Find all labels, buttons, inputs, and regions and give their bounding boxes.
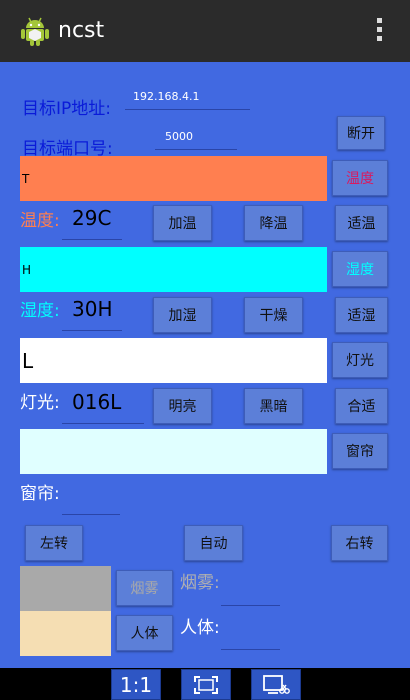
overflow-menu-icon[interactable] — [372, 18, 386, 46]
screen-capture-icon — [263, 674, 290, 694]
fullscreen-icon — [194, 675, 218, 694]
curtain-bar — [20, 429, 327, 474]
temperature-button[interactable]: 温度 — [332, 160, 388, 196]
ip-label: 目标IP地址: — [22, 99, 111, 119]
curtain-label: 窗帘: — [20, 484, 60, 504]
light-button[interactable]: 灯光 — [332, 342, 388, 378]
moderate-temp-button[interactable]: 适温 — [335, 205, 388, 241]
humidity-button[interactable]: 湿度 — [332, 251, 388, 287]
dark-button[interactable]: 黑暗 — [244, 388, 303, 424]
light-label: 灯光: — [20, 393, 60, 413]
light-value: 016L — [62, 390, 144, 424]
smoke-label: 烟雾: — [180, 573, 220, 593]
human-label: 人体: — [180, 618, 220, 638]
humidify-button[interactable]: 加湿 — [153, 297, 212, 333]
smoke-button[interactable]: 烟雾 — [116, 570, 173, 606]
curtain-button[interactable]: 窗帘 — [332, 433, 388, 469]
action-bar: ncst — [0, 0, 410, 62]
smoke-indicator — [20, 566, 111, 611]
human-value — [221, 624, 280, 650]
bright-button[interactable]: 明亮 — [153, 388, 212, 424]
app-title: ncst — [58, 18, 105, 43]
ip-input[interactable]: 192.168.4.1 — [125, 90, 250, 110]
human-button[interactable]: 人体 — [116, 615, 173, 651]
humidity-value: 30H — [62, 297, 122, 331]
screenshot-button[interactable] — [251, 669, 301, 700]
dry-button[interactable]: 干燥 — [244, 297, 303, 333]
smoke-value — [221, 580, 280, 606]
moderate-humidity-button[interactable]: 适湿 — [335, 297, 388, 333]
rotate-left-button[interactable]: 左转 — [25, 525, 83, 561]
android-app-icon — [21, 17, 49, 46]
heat-button[interactable]: 加温 — [153, 205, 212, 241]
fullscreen-button[interactable] — [181, 669, 231, 700]
ratio-button[interactable]: 1:1 — [111, 669, 161, 700]
rotate-right-button[interactable]: 右转 — [331, 525, 388, 561]
temperature-bar: T — [20, 156, 327, 201]
humidity-label: 湿度: — [20, 301, 60, 321]
curtain-value — [62, 488, 120, 515]
moderate-light-button[interactable]: 合适 — [335, 388, 388, 424]
cool-button[interactable]: 降温 — [244, 205, 303, 241]
light-bar: L — [20, 338, 327, 383]
temperature-label: 温度: — [20, 211, 60, 231]
disconnect-button[interactable]: 断开 — [337, 116, 385, 150]
port-input[interactable]: 5000 — [155, 130, 237, 150]
humidity-bar: H — [20, 247, 327, 292]
auto-button[interactable]: 自动 — [184, 525, 243, 561]
temperature-value: 29C — [62, 206, 122, 240]
human-indicator — [20, 611, 111, 656]
